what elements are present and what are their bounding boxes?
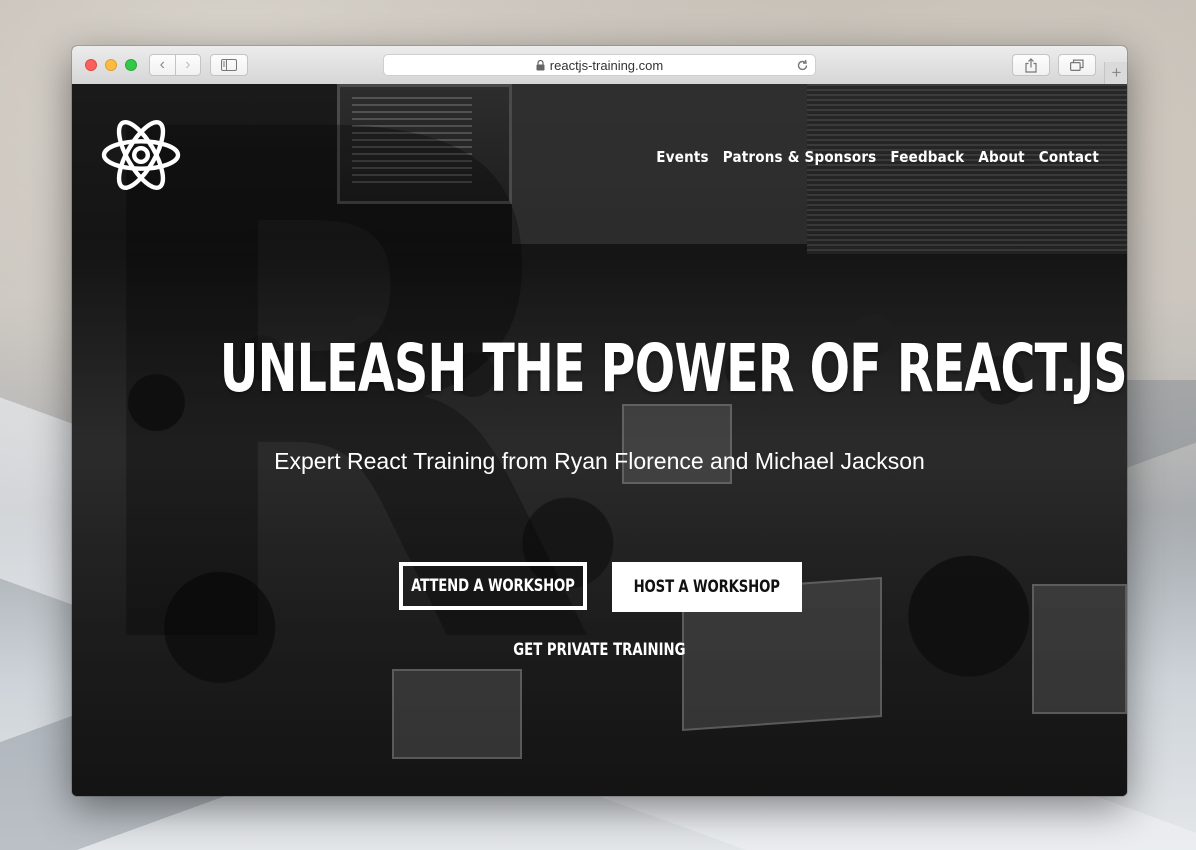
host-workshop-label: HOST A WORKSHOP xyxy=(633,577,781,597)
hero-title: UNLEASH THE POWER OF REACT.JS xyxy=(219,330,1127,407)
nav-events[interactable]: Events xyxy=(656,148,708,166)
share-button[interactable] xyxy=(1012,54,1050,76)
minimize-window-button[interactable] xyxy=(105,59,117,71)
reload-icon[interactable] xyxy=(796,59,809,72)
background-window-blinds xyxy=(807,84,1127,254)
react-logo-icon[interactable] xyxy=(100,118,182,192)
chevron-right-icon[interactable]: › xyxy=(176,55,201,75)
chevron-left-icon[interactable]: ‹ xyxy=(150,55,175,75)
host-workshop-button[interactable]: HOST A WORKSHOP xyxy=(612,562,802,612)
hero-subtitle: Expert React Training from Ryan Florence… xyxy=(274,448,925,474)
browser-window: ‹ › reactjs-training.com + R Events Patr… xyxy=(72,46,1127,796)
main-nav: Events Patrons & Sponsors Feedback About… xyxy=(656,148,1099,166)
nav-feedback[interactable]: Feedback xyxy=(890,148,964,166)
share-icon xyxy=(1025,57,1037,73)
history-nav: ‹ › xyxy=(149,54,201,76)
sidebar-icon xyxy=(221,59,237,71)
show-tabs-button[interactable] xyxy=(1058,54,1096,76)
close-window-button[interactable] xyxy=(85,59,97,71)
nav-about[interactable]: About xyxy=(978,148,1024,166)
lock-icon xyxy=(536,59,545,70)
browser-toolbar: ‹ › reactjs-training.com + xyxy=(72,46,1127,85)
page-hero: R Events Patrons & Sponsors Feedback Abo… xyxy=(72,84,1127,796)
private-training-link[interactable]: GET PRIVATE TRAINING xyxy=(72,640,1127,660)
nav-contact[interactable]: Contact xyxy=(1039,148,1099,166)
tabs-icon xyxy=(1070,59,1084,71)
sidebar-button[interactable] xyxy=(210,54,248,76)
new-tab-button[interactable]: + xyxy=(1104,62,1127,84)
private-training-label: GET PRIVATE TRAINING xyxy=(513,640,686,660)
nav-patrons-sponsors[interactable]: Patrons & Sponsors xyxy=(723,148,877,166)
attend-workshop-button[interactable]: ATTEND A WORKSHOP xyxy=(399,562,587,610)
attend-workshop-label: ATTEND A WORKSHOP xyxy=(411,576,575,596)
plus-icon: + xyxy=(1111,63,1122,82)
zoom-window-button[interactable] xyxy=(125,59,137,71)
address-bar[interactable]: reactjs-training.com xyxy=(383,54,816,76)
address-text: reactjs-training.com xyxy=(549,57,664,73)
